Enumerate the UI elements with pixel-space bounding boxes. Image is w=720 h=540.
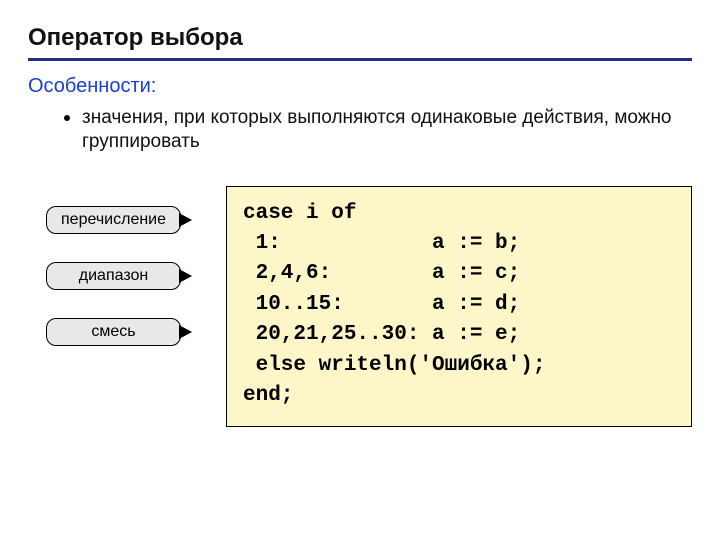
bullet-item: значения, при которых выполняются одинак…	[64, 106, 692, 154]
label-range: диапазон	[46, 262, 181, 290]
code-block: case i of 1: a := b; 2,4,6: a := c; 10..…	[226, 186, 692, 427]
label-mix-text: смесь	[91, 323, 135, 340]
label-enumeration: перечисление	[46, 206, 181, 234]
callout-tail-icon	[180, 270, 192, 282]
bullet-icon	[64, 115, 70, 121]
label-column: перечисление диапазон смесь	[46, 206, 181, 346]
callout-tail-icon	[180, 214, 192, 226]
callout-tail-icon	[180, 326, 192, 338]
section-subhead: Особенности:	[28, 75, 692, 98]
label-mix: смесь	[46, 318, 181, 346]
label-enumeration-text: перечисление	[61, 211, 166, 228]
title-underline	[28, 58, 692, 61]
label-range-text: диапазон	[79, 267, 148, 284]
page-title: Оператор выбора	[28, 24, 692, 52]
bullet-text: значения, при которых выполняются одинак…	[82, 106, 692, 154]
